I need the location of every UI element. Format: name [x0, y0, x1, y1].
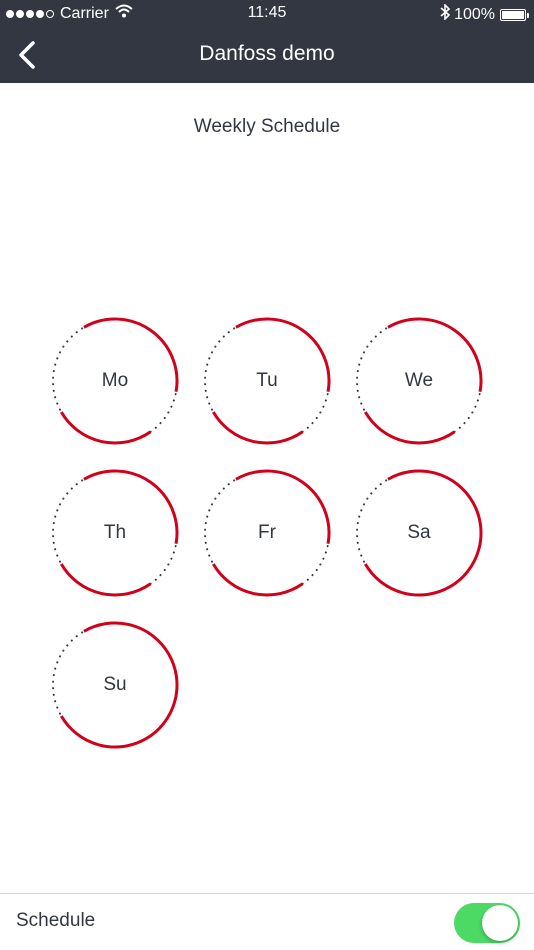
weekly-schedule-grid: Mo Tu We Th Fr Sa Su: [0, 0, 534, 950]
day-tu[interactable]: Tu: [201, 315, 333, 447]
bluetooth-icon: [440, 3, 451, 25]
day-th[interactable]: Th: [49, 467, 181, 599]
active-period-arc: [60, 563, 152, 597]
day-mo[interactable]: Mo: [49, 315, 181, 447]
status-bar-right: 100%: [440, 3, 529, 25]
active-period-arc: [212, 411, 304, 445]
day-label: Th: [103, 522, 127, 543]
active-period-arc: [60, 411, 152, 445]
day-fr[interactable]: Fr: [201, 467, 333, 599]
battery-icon: [500, 8, 529, 21]
section-title: Weekly Schedule: [193, 116, 341, 137]
toggle-knob: [482, 905, 518, 941]
day-label: Su: [103, 674, 127, 695]
schedule-toggle[interactable]: [454, 903, 520, 943]
status-bar: Carrier 11:45 100%: [0, 0, 534, 28]
day-sa[interactable]: Sa: [353, 467, 485, 599]
day-label: Sa: [407, 522, 431, 543]
screen: Carrier 11:45 100% Danfoss demo Weekly S…: [0, 0, 534, 950]
schedule-toggle-row: Schedule: [0, 893, 534, 950]
day-label: Fr: [258, 522, 276, 543]
schedule-label: Schedule: [16, 910, 96, 931]
battery-percent: 100%: [454, 5, 495, 23]
day-label: Tu: [256, 370, 278, 391]
day-label: Mo: [101, 370, 129, 391]
page-title: Danfoss demo: [199, 42, 335, 65]
day-label: We: [404, 370, 434, 391]
active-period-arc: [364, 411, 456, 445]
navigation-bar: Danfoss demo: [0, 28, 534, 83]
day-we[interactable]: We: [353, 315, 485, 447]
day-su[interactable]: Su: [49, 619, 181, 751]
active-period-arc: [212, 563, 304, 597]
